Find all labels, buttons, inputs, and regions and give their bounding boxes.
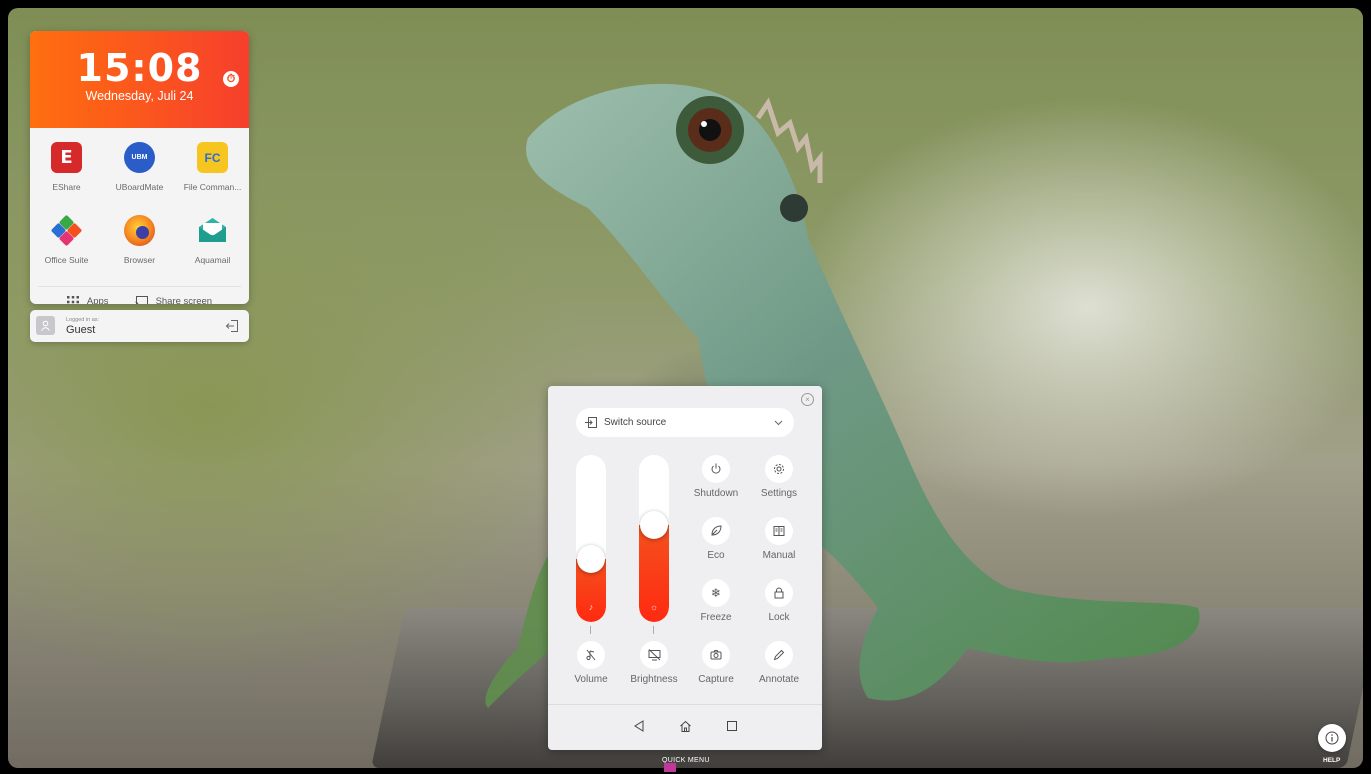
close-icon[interactable]: × [801, 393, 814, 406]
cast-icon [134, 296, 148, 304]
chevron-down-icon [774, 420, 783, 426]
annotate-label: Annotate [758, 674, 800, 685]
brightness-tick [653, 626, 654, 634]
user-icon [41, 320, 50, 331]
logged-in-caption: Logged in as: [66, 317, 100, 323]
brightness-slider[interactable]: ☼ [639, 455, 669, 622]
office-suite-icon [51, 215, 82, 246]
apps-label: Apps [86, 296, 109, 304]
input-source-icon [585, 417, 597, 428]
launcher-footer: Apps Share screen [38, 286, 241, 304]
home-button[interactable] [678, 719, 692, 733]
volume-label: Volume [574, 674, 608, 685]
gear-icon [765, 455, 793, 483]
app-label: Office Suite [44, 255, 89, 265]
avatar [36, 316, 55, 335]
leaf-icon [702, 517, 730, 545]
apps-button[interactable]: Apps [66, 295, 109, 304]
app-label: UBoardMate [115, 182, 164, 192]
clock-date: Wednesday, Juli 24 [85, 89, 194, 103]
annotate-button[interactable]: Annotate [749, 641, 809, 685]
settings-button[interactable]: Settings [749, 455, 809, 499]
clock-time: 15:08 [76, 46, 203, 90]
lock-label: Lock [768, 612, 790, 623]
manual-button[interactable]: Manual [749, 517, 809, 561]
quick-menu-panel: × Switch source ♪ ☼ Volume Brightness Sh… [548, 386, 822, 750]
app-label: Aquamail [194, 255, 231, 265]
square-icon [727, 721, 737, 731]
home-icon [679, 720, 691, 732]
switch-source-dropdown[interactable]: Switch source [576, 408, 794, 437]
info-icon [1325, 731, 1339, 745]
aquamail-icon [197, 215, 228, 246]
grid-icon [66, 295, 79, 303]
firefox-icon [124, 215, 155, 246]
back-icon [634, 720, 644, 732]
power-icon [702, 455, 730, 483]
snowflake-icon: ❄ [702, 579, 730, 607]
switch-source-label: Switch source [604, 417, 667, 428]
screen-off-icon [640, 641, 668, 669]
app-eshare[interactable]: E EShare [30, 140, 103, 213]
username: Guest [66, 324, 96, 336]
help-button[interactable] [1318, 724, 1346, 752]
back-button[interactable] [632, 719, 646, 733]
app-grid: E EShare UBM UBoardMate FC File Comman..… [30, 128, 249, 286]
app-office-suite[interactable]: Office Suite [30, 213, 103, 286]
sun-icon: ☼ [649, 602, 659, 612]
mute-icon [577, 641, 605, 669]
launcher-widget: 15:08 Wednesday, Juli 24 ⏱ E EShare UBM … [30, 31, 249, 304]
app-aquamail[interactable]: Aquamail [176, 213, 249, 286]
lock-icon [765, 579, 793, 607]
app-uboardmate[interactable]: UBM UBoardMate [103, 140, 176, 213]
eshare-icon: E [51, 142, 82, 173]
app-browser[interactable]: Browser [103, 213, 176, 286]
freeze-label: Freeze [700, 612, 732, 623]
recents-button[interactable] [725, 719, 739, 733]
brightness-label: Brightness [630, 674, 678, 685]
user-card: Logged in as: Guest [30, 310, 249, 342]
screen-off-button[interactable]: Brightness [624, 641, 684, 685]
eco-button[interactable]: Eco [686, 517, 746, 561]
share-screen-label: Share screen [155, 296, 213, 304]
brightness-knob[interactable] [640, 511, 668, 539]
music-note-icon: ♪ [588, 602, 594, 612]
settings-label: Settings [760, 488, 798, 499]
manual-label: Manual [762, 550, 796, 561]
shutdown-label: Shutdown [693, 488, 739, 499]
app-label: EShare [52, 182, 81, 192]
logout-icon[interactable] [225, 319, 239, 333]
eco-label: Eco [707, 550, 725, 561]
book-icon [765, 517, 793, 545]
clock-header: 15:08 Wednesday, Juli 24 ⏱ [30, 31, 249, 128]
mute-button[interactable]: Volume [561, 641, 621, 685]
app-file-commander[interactable]: FC File Comman... [176, 140, 249, 213]
app-label: File Comman... [183, 182, 242, 192]
lock-button[interactable]: Lock [749, 579, 809, 623]
freeze-button[interactable]: ❄ Freeze [686, 579, 746, 623]
file-commander-icon: FC [197, 142, 228, 173]
app-label: Browser [123, 255, 156, 265]
help-label: HELP [1323, 757, 1341, 764]
volume-slider[interactable]: ♪ [576, 455, 606, 622]
uboardmate-icon: UBM [124, 142, 155, 173]
share-screen-button[interactable]: Share screen [134, 296, 213, 304]
pencil-icon [765, 641, 793, 669]
volume-knob[interactable] [577, 545, 605, 573]
shutdown-button[interactable]: Shutdown [686, 455, 746, 499]
nav-divider [548, 704, 822, 705]
camera-icon [702, 641, 730, 669]
capture-button[interactable]: Capture [686, 641, 746, 685]
volume-tick [590, 626, 591, 634]
stopwatch-icon[interactable]: ⏱ [223, 71, 239, 87]
quick-menu-handle[interactable] [664, 763, 676, 772]
capture-label: Capture [698, 674, 734, 685]
